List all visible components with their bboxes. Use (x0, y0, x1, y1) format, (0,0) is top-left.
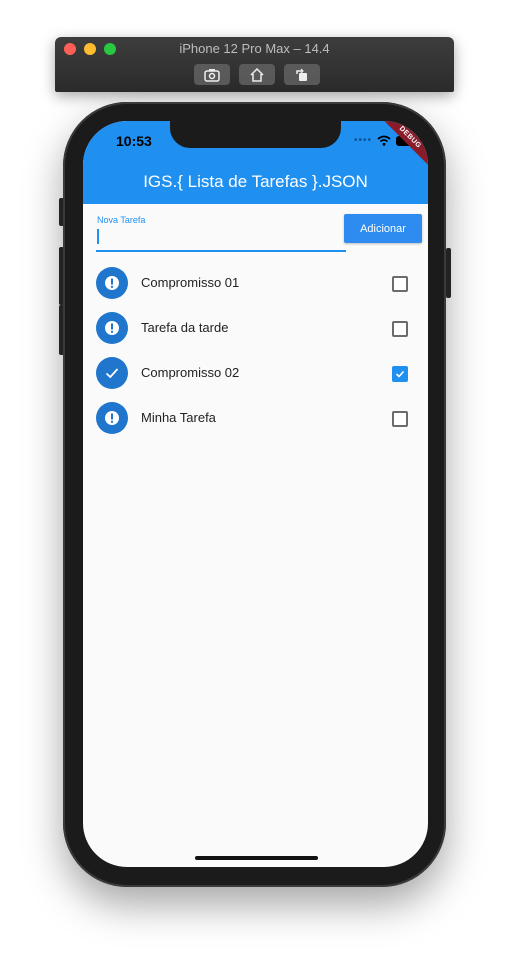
power-button (446, 248, 451, 298)
app-bar: 10:53 •••• DEBUG IGS.{ Lista de Tarefas … (83, 121, 428, 204)
task-status-avatar (96, 402, 128, 434)
task-row[interactable]: Compromisso 02 (83, 351, 428, 396)
task-title: Compromisso 02 (141, 365, 240, 380)
task-title: Tarefa da tarde (141, 320, 229, 335)
task-title: Minha Tarefa (141, 410, 216, 425)
simulator-title: iPhone 12 Pro Max – 14.4 (179, 41, 330, 56)
task-row[interactable]: Tarefa da tarde (83, 306, 428, 351)
task-checkbox[interactable] (392, 321, 408, 337)
notch (170, 121, 341, 148)
task-checkbox[interactable] (392, 276, 408, 292)
home-icon (250, 67, 264, 82)
task-title: Compromisso 01 (141, 275, 240, 290)
status-time: 10:53 (116, 133, 152, 149)
task-row[interactable]: Compromisso 01 (83, 261, 428, 306)
home-indicator[interactable] (195, 856, 318, 860)
new-task-label: Nova Tarefa (97, 215, 146, 225)
task-status-avatar (96, 312, 128, 344)
home-button[interactable] (239, 64, 275, 85)
alert-icon (104, 320, 120, 336)
task-checkbox[interactable] (392, 411, 408, 427)
cellular-icon: •••• (353, 135, 372, 146)
wifi-icon (377, 135, 391, 146)
screenshot-icon (204, 68, 220, 82)
alert-icon (104, 275, 120, 291)
screenshot-button[interactable] (194, 64, 230, 85)
alert-icon (104, 410, 120, 426)
task-status-avatar (96, 267, 128, 299)
new-task-input[interactable] (96, 227, 346, 252)
add-task-button[interactable]: Adicionar (344, 214, 422, 243)
rotate-button[interactable] (284, 64, 320, 85)
rotate-icon (296, 68, 307, 81)
task-row[interactable]: Minha Tarefa (83, 396, 428, 441)
simulator-toolbar: iPhone 12 Pro Max – 14.4 (55, 37, 454, 92)
check-icon (104, 365, 120, 381)
phone-screen: 10:53 •••• DEBUG IGS.{ Lista de Tarefas … (83, 121, 428, 867)
text-cursor (97, 229, 99, 244)
app-title: IGS.{ Lista de Tarefas }.JSON (143, 172, 368, 191)
task-status-avatar (96, 357, 128, 389)
task-checkbox[interactable] (392, 366, 408, 382)
